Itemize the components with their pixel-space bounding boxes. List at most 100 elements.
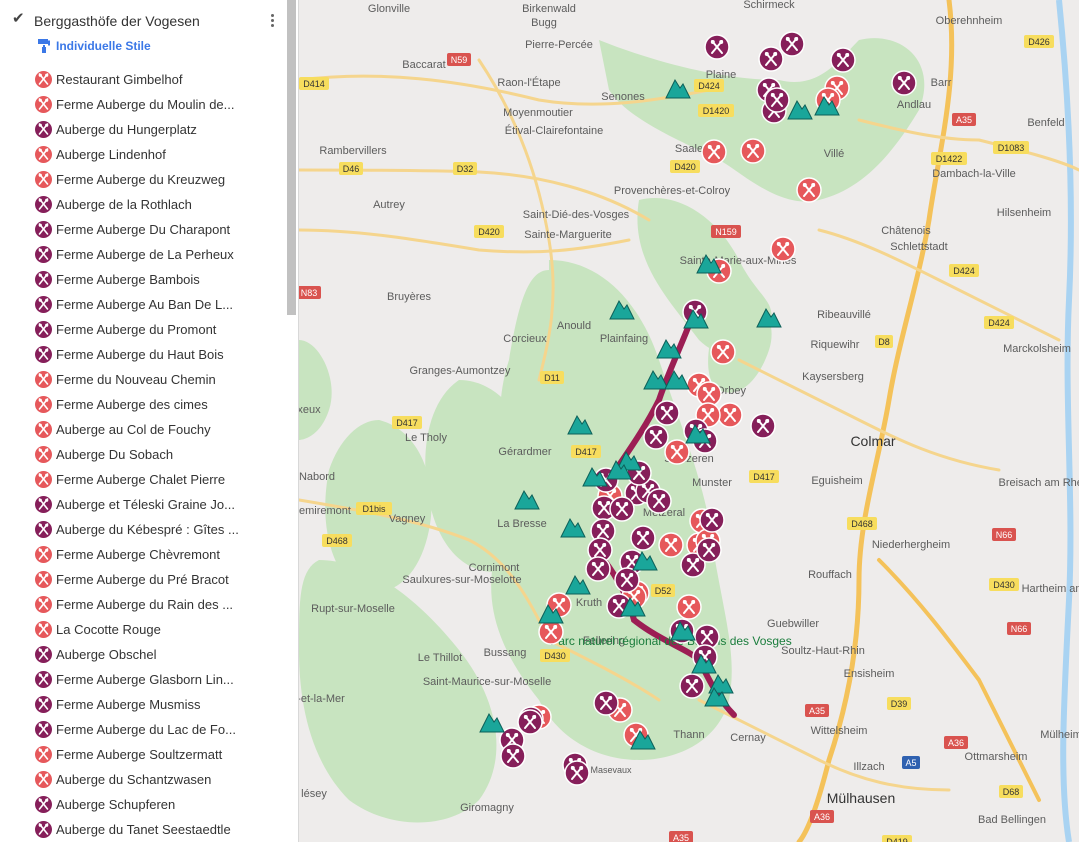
restaurant-marker-icon[interactable]: [646, 488, 672, 514]
restaurant-marker-icon[interactable]: [770, 236, 796, 262]
road-shield: D1083: [993, 141, 1029, 154]
svg-text:D68: D68: [1003, 787, 1020, 797]
restaurant-marker-icon[interactable]: [517, 709, 543, 735]
list-item[interactable]: Ferme Auberge Musmiss: [35, 695, 285, 717]
restaurant-marker-icon[interactable]: [699, 507, 725, 533]
road-shield: D1420: [698, 104, 734, 117]
list-item-label: Ferme Auberge Au Ban De L...: [56, 297, 234, 312]
list-item[interactable]: Ferme Auberge du Rain des ...: [35, 595, 285, 617]
town-label: Bussang: [484, 647, 527, 659]
layer-visibility-checkbox[interactable]: ✔: [12, 11, 26, 26]
list-item[interactable]: Auberge du Hungerplatz: [35, 120, 285, 142]
list-item[interactable]: Auberge du Schantzwasen: [35, 770, 285, 792]
town-label: Saale: [675, 143, 703, 155]
list-item[interactable]: Ferme Auberge de La Perheux: [35, 245, 285, 267]
list-item[interactable]: Ferme Auberge du Lac de Fo...: [35, 720, 285, 742]
list-item[interactable]: Ferme Auberge Glasborn Lin...: [35, 670, 285, 692]
list-item[interactable]: Auberge au Col de Fouchy: [35, 420, 285, 442]
list-item[interactable]: Auberge Du Sobach: [35, 445, 285, 467]
restaurant-marker-icon[interactable]: [764, 87, 790, 113]
restaurant-marker-icon[interactable]: [538, 619, 564, 645]
restaurant-icon: [35, 121, 52, 138]
list-item[interactable]: Auberge du Tanet Seestaedtle: [35, 820, 285, 842]
restaurant-icon: [35, 696, 52, 713]
list-item[interactable]: Ferme Auberge Du Charapont: [35, 220, 285, 242]
list-item[interactable]: Ferme Auberge du Pré Bracot: [35, 570, 285, 592]
road-shield: N66: [1007, 622, 1031, 635]
restaurant-icon: [35, 321, 52, 338]
map-canvas[interactable]: Glonville Birkenwald Bugg Schirmeck Pier…: [299, 0, 1079, 842]
restaurant-marker-icon[interactable]: [758, 46, 784, 72]
list-item[interactable]: Auberge Lindenhof: [35, 145, 285, 167]
town-label: Provenchères-et-Colroy: [614, 185, 731, 197]
list-item[interactable]: La Cocotte Rouge: [35, 620, 285, 642]
restaurant-icon: [35, 771, 52, 788]
list-item[interactable]: Auberge Obschel: [35, 645, 285, 667]
restaurant-marker-icon[interactable]: [696, 537, 722, 563]
list-item[interactable]: Ferme Auberge Chèvremont: [35, 545, 285, 567]
restaurant-marker-icon[interactable]: [630, 525, 656, 551]
town-label: Nabord: [299, 471, 335, 483]
town-label: Wittelsheim: [811, 725, 868, 737]
restaurant-marker-icon[interactable]: [614, 567, 640, 593]
list-item[interactable]: Ferme Auberge du Promont: [35, 320, 285, 342]
restaurant-marker-icon[interactable]: [750, 413, 776, 439]
list-item[interactable]: Ferme Auberge Bambois: [35, 270, 285, 292]
list-item[interactable]: Ferme Auberge Soultzermatt: [35, 745, 285, 767]
town-label: Ensisheim: [844, 668, 895, 680]
restaurant-marker-icon[interactable]: [796, 177, 822, 203]
restaurant-marker-icon[interactable]: [704, 34, 730, 60]
restaurant-icon: [35, 196, 52, 213]
town-label: Le Thillot: [418, 652, 462, 664]
restaurant-icon: [35, 446, 52, 463]
restaurant-marker-icon[interactable]: [664, 439, 690, 465]
restaurant-marker-icon[interactable]: [779, 31, 805, 57]
list-item[interactable]: Ferme Auberge du Haut Bois: [35, 345, 285, 367]
restaurant-marker-icon[interactable]: [676, 594, 702, 620]
list-item-label: Ferme Auberge des cimes: [56, 397, 208, 412]
restaurant-marker-icon[interactable]: [717, 402, 743, 428]
list-item[interactable]: Auberge et Téleski Graine Jo...: [35, 495, 285, 517]
list-item[interactable]: Restaurant Gimbelhof: [35, 70, 285, 92]
restaurant-marker-icon[interactable]: [654, 400, 680, 426]
town-label: Thann: [673, 729, 704, 741]
list-item-label: Auberge du Tanet Seestaedtle: [56, 822, 231, 837]
restaurant-marker-icon[interactable]: [891, 70, 917, 96]
town-label: Saulxures-sur-Moselotte: [402, 574, 521, 586]
town-label: Vagney: [389, 513, 426, 525]
restaurant-icon: [35, 146, 52, 163]
restaurant-marker-icon[interactable]: [609, 496, 635, 522]
town-label: Giromagny: [460, 802, 514, 814]
more-options-icon[interactable]: [268, 12, 276, 30]
svg-text:N59: N59: [451, 55, 468, 65]
restaurant-marker-icon[interactable]: [830, 47, 856, 73]
restaurant-marker-icon[interactable]: [710, 339, 736, 365]
list-item[interactable]: Ferme Auberge des cimes: [35, 395, 285, 417]
scrollbar[interactable]: [287, 0, 296, 315]
list-item[interactable]: Auberge du Kébespré : Gîtes ...: [35, 520, 285, 542]
list-item[interactable]: Auberge de la Rothlach: [35, 195, 285, 217]
town-label: Plainfaing: [600, 333, 648, 345]
restaurant-marker-icon[interactable]: [500, 743, 526, 769]
svg-text:D424: D424: [953, 266, 975, 276]
list-item[interactable]: Ferme Auberge du Moulin de...: [35, 95, 285, 117]
list-item[interactable]: Ferme Auberge Au Ban De L...: [35, 295, 285, 317]
town-label: Hartheim am Rhein: [1022, 583, 1079, 595]
town-label: Bruyères: [387, 291, 432, 303]
restaurant-marker-icon[interactable]: [643, 424, 669, 450]
list-item[interactable]: Ferme Auberge Chalet Pierre: [35, 470, 285, 492]
svg-text:D1422: D1422: [936, 154, 963, 164]
list-item[interactable]: Auberge Schupferen: [35, 795, 285, 817]
style-label: Individuelle Stile: [56, 39, 151, 53]
svg-text:A35: A35: [673, 833, 689, 842]
restaurant-marker-icon[interactable]: [679, 673, 705, 699]
restaurant-marker-icon[interactable]: [593, 690, 619, 716]
town-label: Pierre-Percée: [525, 39, 593, 51]
restaurant-marker-icon[interactable]: [658, 532, 684, 558]
restaurant-marker-icon[interactable]: [585, 556, 611, 582]
list-item[interactable]: Ferme Auberge du Kreuzweg: [35, 170, 285, 192]
restaurant-marker-icon[interactable]: [740, 138, 766, 164]
restaurant-marker-icon[interactable]: [564, 760, 590, 786]
restaurant-marker-icon[interactable]: [701, 139, 727, 165]
list-item[interactable]: Ferme du Nouveau Chemin: [35, 370, 285, 392]
